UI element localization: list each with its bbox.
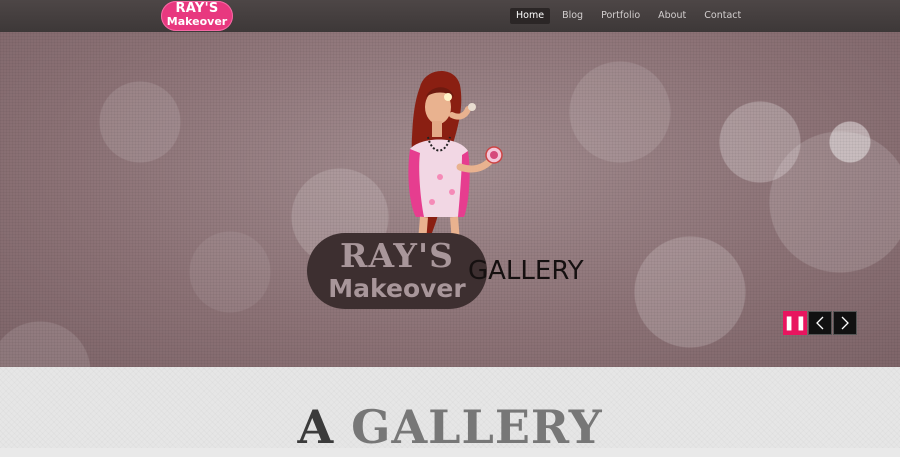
section-title: A GALLERY xyxy=(0,397,900,457)
nav-blog[interactable]: Blog xyxy=(556,8,589,24)
nav-portfolio[interactable]: Portfolio xyxy=(595,8,646,24)
slider-controls: ❚❚ xyxy=(783,311,858,335)
nav-home[interactable]: Home xyxy=(510,8,551,24)
chevron-left-icon xyxy=(816,316,824,330)
logo-line2: Makeover xyxy=(166,15,228,28)
hero-brand-badge: RAY'S Makeover xyxy=(307,233,487,309)
next-slide-button[interactable] xyxy=(833,311,857,335)
main-nav: Home Blog Portfolio About Contact xyxy=(510,8,753,24)
hero-brand-line1: RAY'S xyxy=(340,236,454,275)
logo-line1: RAY'S xyxy=(175,1,219,16)
prev-slide-button[interactable] xyxy=(808,311,832,335)
hero-gallery-word: GALLERY xyxy=(468,256,584,286)
site-logo[interactable]: RAY'S Makeover xyxy=(161,1,233,31)
chevron-right-icon xyxy=(841,316,849,330)
pause-icon: ❚❚ xyxy=(783,315,807,331)
hero-slider: RAY'S Makeover GALLERY ❚❚ xyxy=(0,32,900,367)
section-title-first: A xyxy=(297,400,335,454)
hero-brand-line2: Makeover xyxy=(328,274,466,303)
nav-contact[interactable]: Contact xyxy=(698,8,747,24)
section-title-rest: GALLERY xyxy=(351,400,603,454)
pause-button[interactable]: ❚❚ xyxy=(783,311,807,335)
top-navigation-bar: RAY'S Makeover Home Blog Portfolio About… xyxy=(0,0,900,32)
gallery-section: A GALLERY xyxy=(0,367,900,454)
nav-about[interactable]: About xyxy=(652,8,692,24)
